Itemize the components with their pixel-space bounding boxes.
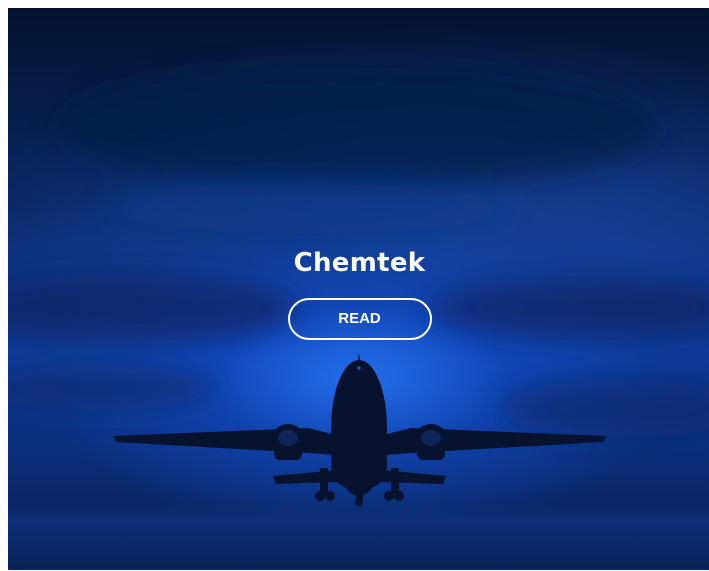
card-title: Chemtek: [293, 248, 426, 278]
hero-card: Chemtek READ: [8, 8, 709, 570]
card-content: Chemtek READ: [8, 246, 709, 340]
read-button[interactable]: READ: [287, 298, 432, 340]
